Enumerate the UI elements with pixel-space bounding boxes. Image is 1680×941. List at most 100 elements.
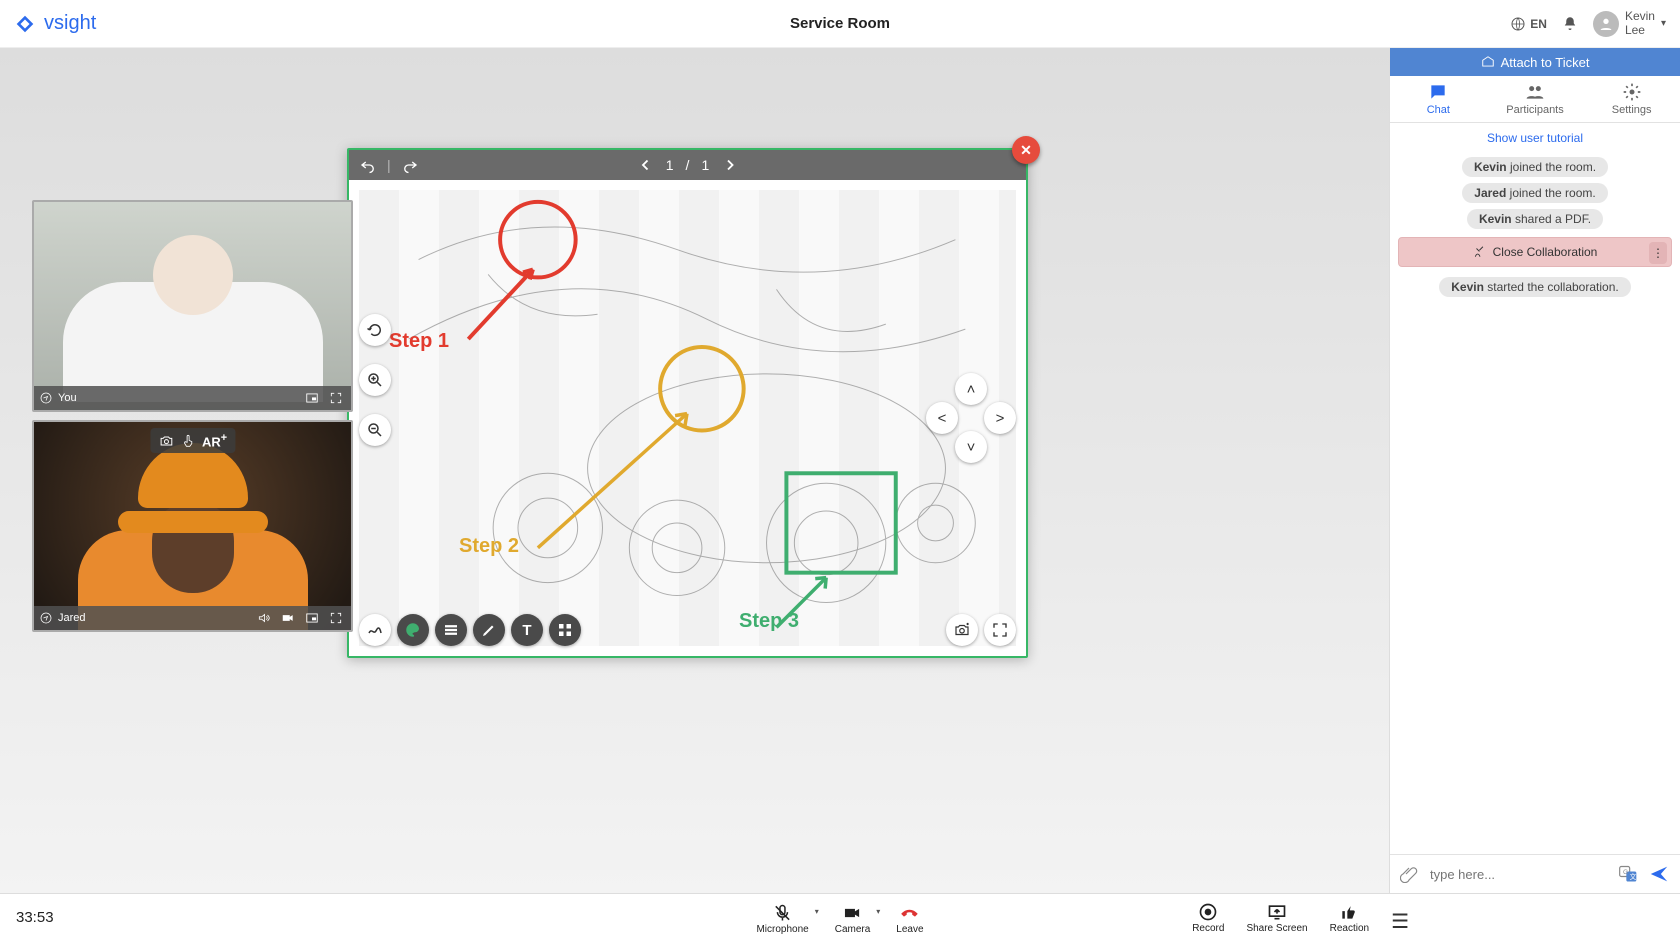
language-switch[interactable]: EN [1510, 16, 1547, 32]
chevron-down-icon[interactable]: ▾ [815, 907, 819, 916]
video-label-you: You [58, 392, 77, 404]
event-chip: Kevin shared a PDF. [1467, 209, 1603, 229]
video-tile-jared[interactable]: AR+ Jared [32, 420, 353, 632]
blueprint-svg [349, 180, 1026, 656]
rotate-button[interactable] [359, 314, 391, 346]
send-icon [40, 612, 52, 624]
pencil-button[interactable] [473, 614, 505, 646]
expand-button[interactable] [984, 614, 1016, 646]
reaction-button[interactable]: Reaction [1330, 902, 1369, 934]
pan-up-button[interactable]: ˄ [955, 373, 987, 405]
show-tutorial-link[interactable]: Show user tutorial [1390, 123, 1680, 153]
record-button[interactable]: Record [1192, 902, 1224, 934]
expand-icon [991, 621, 1009, 639]
text-icon: T [522, 622, 531, 639]
more-menu-button[interactable]: ☰ [1391, 909, 1409, 934]
volume-button[interactable] [255, 609, 273, 627]
brand-logo[interactable]: vsight [14, 12, 96, 35]
ar-button[interactable]: AR+ [202, 432, 227, 449]
camera-plus-icon [953, 621, 971, 639]
fullscreen-button[interactable] [327, 389, 345, 407]
chevron-down-icon: ▾ [1661, 18, 1666, 29]
microphone-toggle[interactable]: Microphone ▾ [756, 903, 808, 935]
lineweight-icon [442, 621, 460, 639]
chevron-up-icon: ˄ [967, 381, 976, 398]
pan-left-button[interactable]: ˂ [926, 402, 958, 434]
camera-icon [158, 433, 174, 449]
redo-button[interactable] [401, 156, 419, 174]
paperclip-icon [1400, 865, 1418, 883]
tab-chat[interactable]: Chat [1390, 76, 1487, 122]
chevron-left-icon: ˂ [938, 410, 947, 427]
close-viewer-button[interactable]: ✕ [1012, 136, 1040, 164]
prev-page-button[interactable] [636, 156, 654, 174]
color-button[interactable] [397, 614, 429, 646]
call-timer: 33:53 [16, 909, 54, 926]
more-vertical-icon: ⋮ [1652, 246, 1664, 260]
send-icon [40, 392, 52, 404]
volume-icon [257, 611, 271, 625]
bottom-bar: 33:53 Microphone ▾ Camera ▾ Leave Record… [0, 893, 1680, 941]
pip-button[interactable] [303, 609, 321, 627]
tab-settings[interactable]: Settings [1583, 76, 1680, 122]
snapshot-button[interactable] [158, 433, 174, 449]
chat-feed: Kevin joined the room. Jared joined the … [1390, 153, 1680, 233]
attach-file-button[interactable] [1400, 865, 1418, 883]
send-icon [1648, 863, 1670, 885]
menu-icon: ☰ [1391, 911, 1409, 933]
annotation-step3: Step 3 [739, 610, 799, 633]
fullscreen-button[interactable] [327, 609, 345, 627]
close-collaboration-button[interactable]: Close Collaboration ⋮ [1398, 237, 1672, 267]
leave-button[interactable]: Leave [896, 901, 923, 935]
video-tile-you[interactable]: You [32, 200, 353, 412]
chat-input[interactable] [1428, 866, 1608, 883]
gear-icon [1622, 82, 1642, 102]
palette-icon [404, 621, 422, 639]
chat-icon [1428, 82, 1448, 102]
redo-icon [401, 156, 419, 174]
side-panel: Attach to Ticket Chat Participants Setti… [1389, 48, 1680, 893]
user-menu[interactable]: KevinLee ▾ [1593, 10, 1666, 36]
mic-off-icon [773, 903, 793, 923]
chevron-down-icon[interactable]: ▾ [876, 907, 880, 916]
translate-icon: G文 [1618, 864, 1638, 884]
remote-controls: AR+ [150, 428, 235, 453]
send-button[interactable] [1648, 863, 1670, 885]
pip-button[interactable] [303, 389, 321, 407]
hand-point-icon [180, 433, 196, 449]
undo-button[interactable] [359, 156, 377, 174]
pointer-button[interactable] [180, 433, 196, 449]
fullscreen-icon [329, 611, 343, 625]
viewer-canvas[interactable]: Step 1 Step 2 Step 3 ˄ ˅ ˂ ˃ [349, 180, 1026, 656]
share-screen-button[interactable]: Share Screen [1246, 902, 1307, 934]
pan-down-button[interactable]: ˅ [955, 431, 987, 463]
freehand-button[interactable] [359, 614, 391, 646]
svg-text:文: 文 [1630, 872, 1637, 881]
pip-icon [305, 391, 319, 405]
annotation-step2: Step 2 [459, 535, 519, 558]
pan-right-button[interactable]: ˃ [984, 402, 1016, 434]
annotation-step1: Step 1 [389, 330, 449, 353]
language-code: EN [1530, 17, 1547, 31]
participants-icon [1525, 82, 1545, 102]
page-total: 1 [701, 157, 709, 173]
shapes-button[interactable] [549, 614, 581, 646]
chat-input-row: G文 [1390, 854, 1680, 893]
attach-ticket-button[interactable]: Attach to Ticket [1390, 48, 1680, 76]
camera-toggle[interactable]: Camera ▾ [835, 903, 871, 935]
capture-button[interactable] [946, 614, 978, 646]
translate-button[interactable]: G文 [1618, 864, 1638, 884]
lineweight-button[interactable] [435, 614, 467, 646]
camera-toggle[interactable] [279, 609, 297, 627]
arrow-left-icon [636, 156, 654, 174]
zoom-out-button[interactable] [359, 414, 391, 446]
next-page-button[interactable] [721, 156, 739, 174]
tab-participants[interactable]: Participants [1487, 76, 1584, 122]
scribble-icon [366, 621, 384, 639]
videocam-icon [843, 903, 863, 923]
record-icon [1198, 902, 1218, 922]
zoom-in-button[interactable] [359, 364, 391, 396]
notifications-button[interactable] [1561, 15, 1579, 33]
text-button[interactable]: T [511, 614, 543, 646]
collab-menu-button[interactable]: ⋮ [1649, 242, 1667, 264]
